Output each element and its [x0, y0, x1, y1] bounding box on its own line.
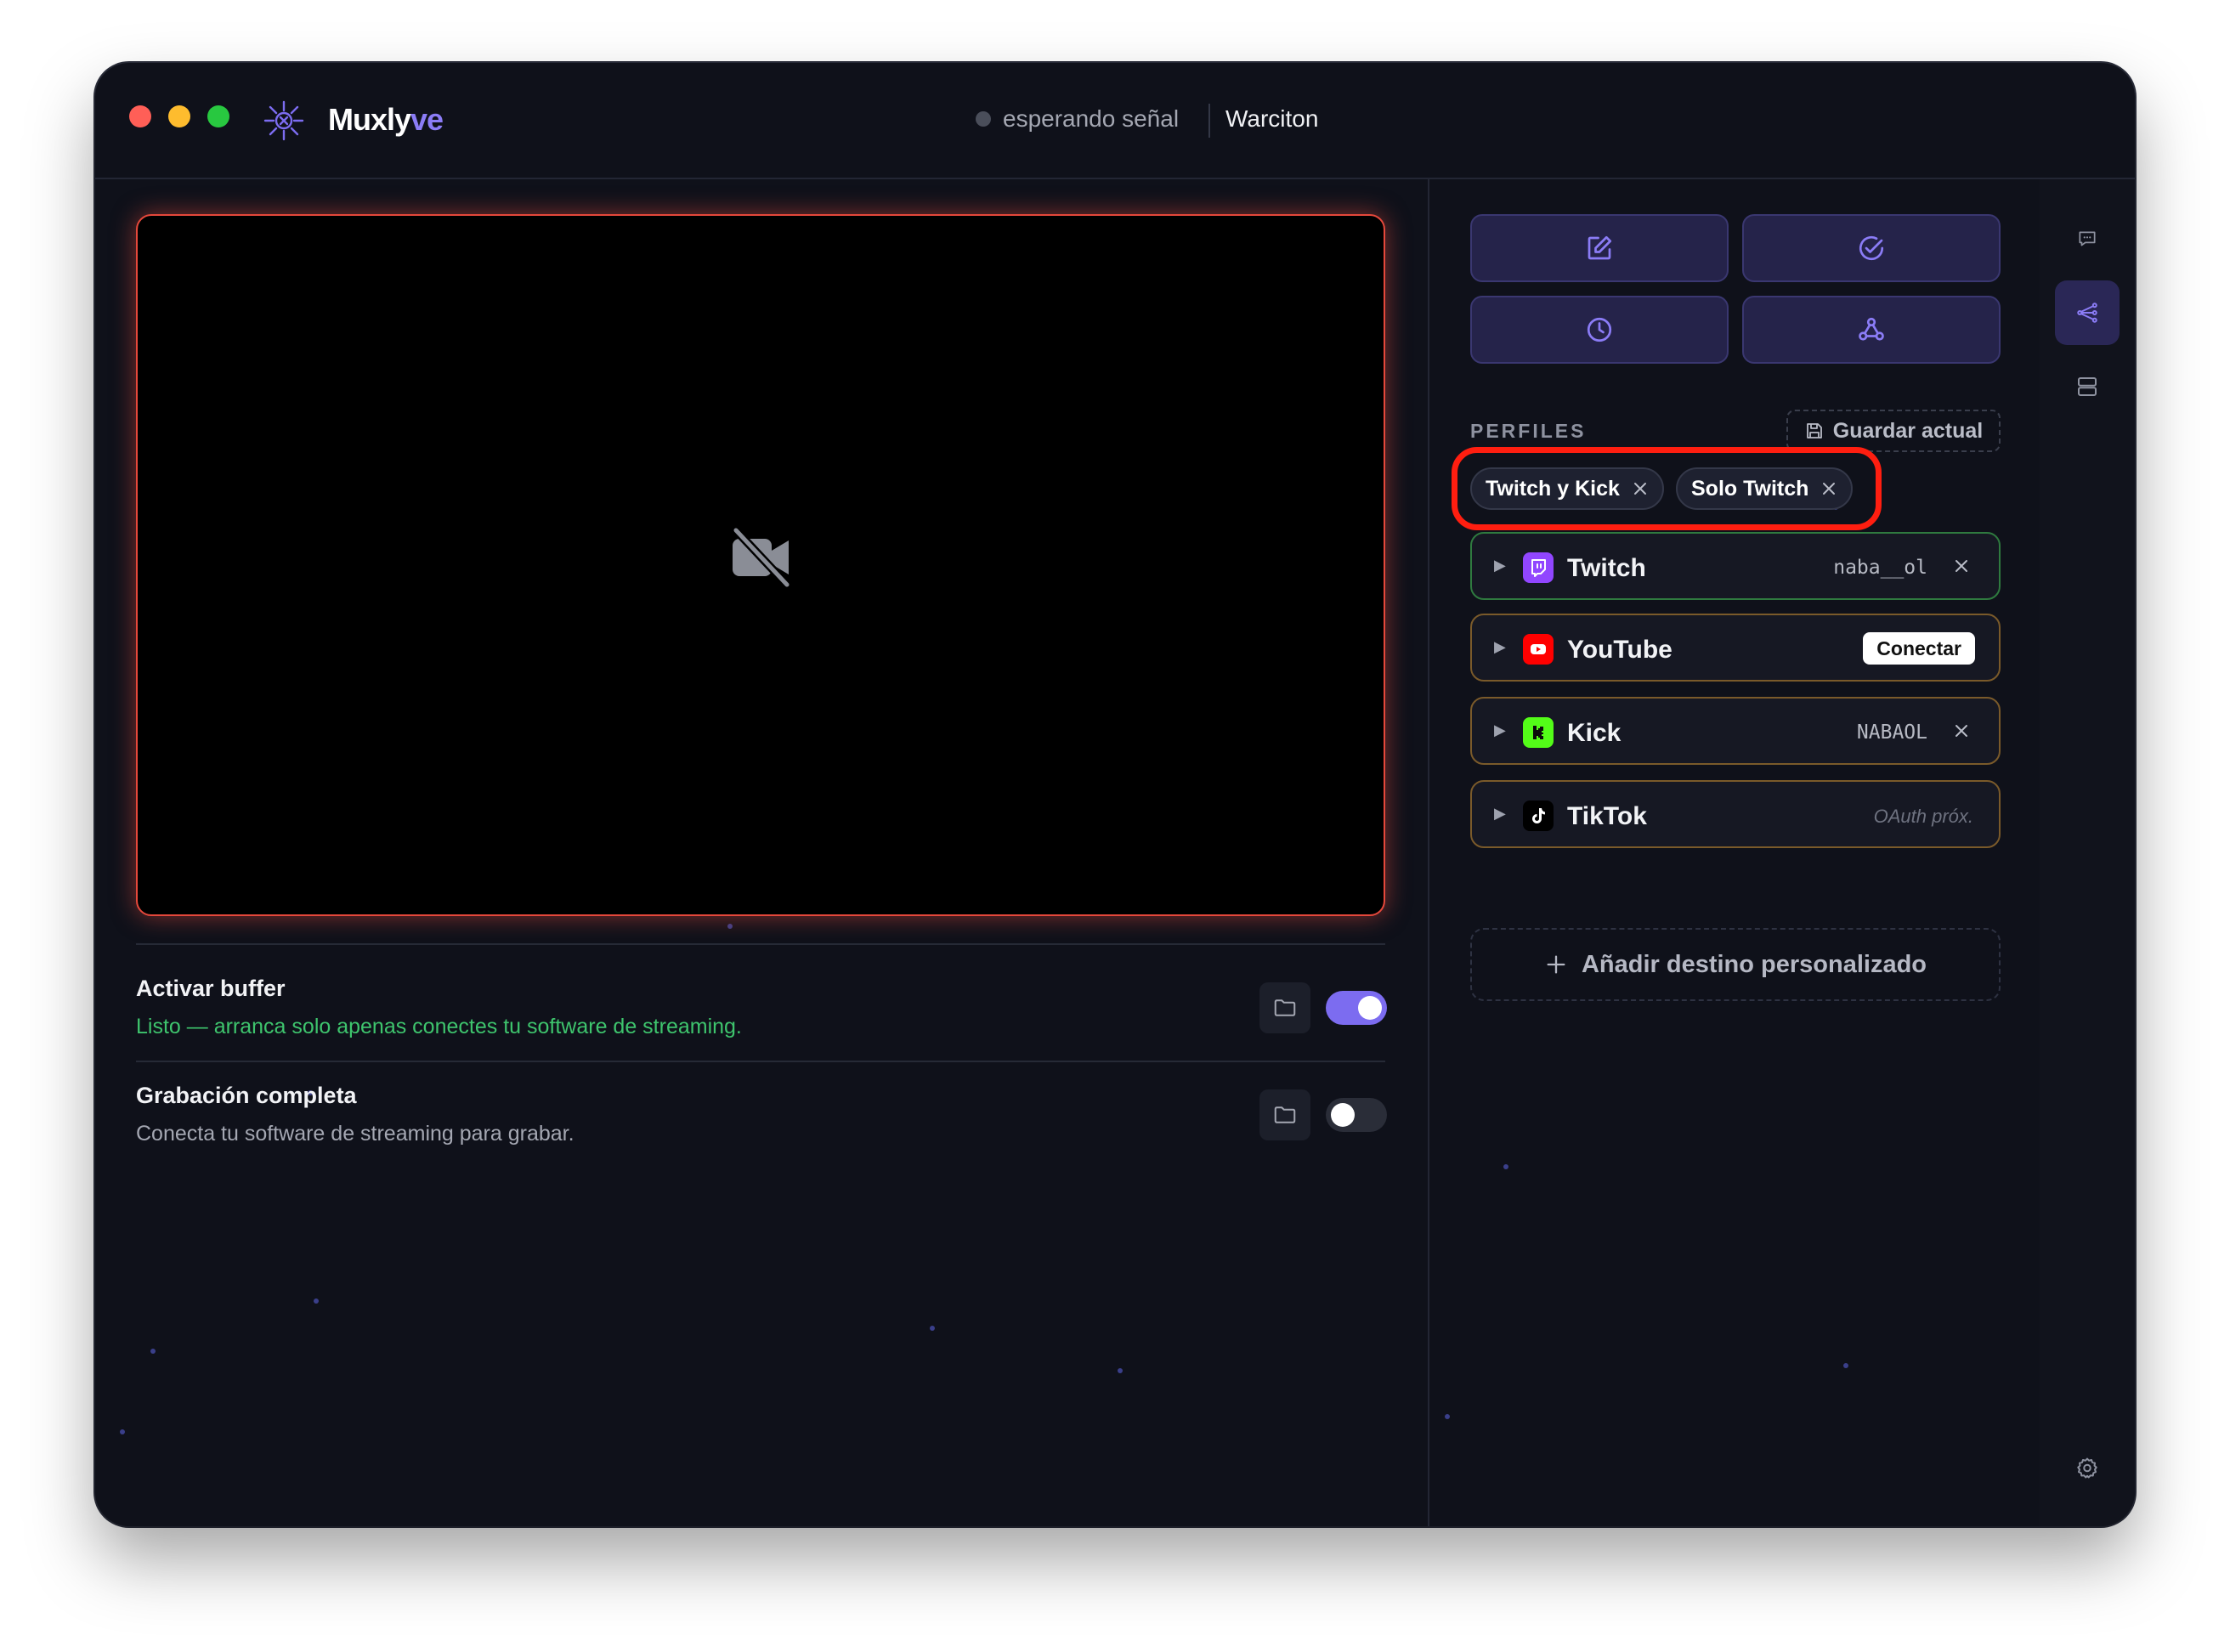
close-icon	[1955, 725, 1967, 737]
recording-title: Grabación completa	[136, 1083, 357, 1108]
clock-icon	[1587, 317, 1612, 342]
destination-youtube[interactable]: ▶ YouTube Conectar	[1470, 614, 2001, 682]
destination-name: YouTube	[1567, 636, 1672, 664]
save-icon	[1806, 423, 1822, 438]
check-button[interactable]	[1742, 214, 2001, 282]
divider	[136, 943, 1385, 945]
destination-name: Twitch	[1567, 554, 1646, 582]
youtube-icon	[1523, 634, 1554, 665]
chat-rail-button[interactable]	[2055, 206, 2120, 271]
destination-account: naba__ol	[1833, 557, 1927, 579]
buffer-toggle[interactable]	[1326, 991, 1387, 1025]
expand-arrow-icon[interactable]: ▶	[1494, 721, 1506, 739]
recording-folder-button[interactable]	[1259, 1089, 1310, 1140]
webhook-button[interactable]	[1742, 296, 2001, 364]
twitch-icon	[1523, 552, 1554, 583]
kick-icon	[1523, 717, 1554, 748]
background-star	[150, 1349, 156, 1354]
destination-tiktok[interactable]: ▶ TikTok OAuth próx.	[1470, 780, 2001, 848]
status-text: esperando señal	[1003, 105, 1180, 132]
share-tree-icon	[2077, 303, 2097, 323]
remove-destination-button[interactable]	[1948, 552, 1975, 580]
panel-separator	[1428, 179, 1429, 1526]
background-star	[727, 924, 733, 929]
buffer-folder-button[interactable]	[1259, 982, 1310, 1033]
oauth-note: OAuth próx.	[1873, 806, 1973, 827]
expand-arrow-icon[interactable]: ▶	[1494, 805, 1506, 823]
divider	[136, 1061, 1385, 1062]
server-icon	[2078, 377, 2097, 396]
edit-icon	[1588, 235, 1612, 260]
signal-status: esperando señal	[976, 105, 1179, 133]
schedule-button[interactable]	[1470, 296, 1729, 364]
expand-arrow-icon[interactable]: ▶	[1494, 638, 1506, 656]
recording-subtitle: Conecta tu software de streaming para gr…	[136, 1122, 574, 1146]
annotation-highlight	[1452, 447, 1882, 530]
camera-off-icon	[732, 526, 791, 589]
chat-icon	[2079, 231, 2096, 246]
background-star	[930, 1326, 935, 1331]
background-star	[314, 1298, 319, 1304]
recording-toggle[interactable]	[1326, 1098, 1387, 1132]
video-preview	[136, 214, 1385, 916]
background-star	[120, 1429, 125, 1434]
webhook-icon	[1859, 317, 1884, 341]
background-star	[1843, 1363, 1848, 1368]
user-name[interactable]: Warciton	[1225, 105, 1318, 133]
storage-rail-button[interactable]	[2055, 354, 2120, 419]
settings-rail-button[interactable]	[2055, 1436, 2120, 1501]
background-star	[1445, 1414, 1450, 1419]
background-star	[1503, 1164, 1508, 1169]
plus-icon	[1547, 955, 1565, 974]
save-profile-button[interactable]: Guardar actual	[1786, 410, 2001, 452]
close-icon	[1955, 560, 1967, 572]
title-bar: Muxlyve esperando señal Warciton	[95, 63, 2135, 179]
close-window-button[interactable]	[129, 105, 151, 127]
destination-name: Kick	[1567, 719, 1622, 747]
app-window: Muxlyve esperando señal Warciton Activar…	[95, 63, 2135, 1526]
app-name: Muxlyve	[328, 102, 444, 137]
destination-account: NABAOL	[1856, 721, 1927, 744]
status-dot-icon	[976, 111, 991, 127]
connect-button[interactable]: Conectar	[1863, 632, 1975, 665]
toggle-knob	[1331, 1103, 1355, 1127]
title-separator	[1208, 104, 1210, 138]
destination-twitch[interactable]: ▶ Twitch naba__ol	[1470, 532, 2001, 600]
check-circle-icon	[1859, 235, 1884, 261]
folder-icon	[1274, 999, 1296, 1016]
folder-icon	[1274, 1106, 1296, 1123]
maximize-window-button[interactable]	[207, 105, 229, 127]
destination-kick[interactable]: ▶ Kick NABAOL	[1470, 697, 2001, 765]
gear-icon	[2077, 1457, 2097, 1479]
destination-name: TikTok	[1567, 802, 1647, 830]
buffer-title: Activar buffer	[136, 976, 286, 1001]
remove-destination-button[interactable]	[1948, 717, 1975, 744]
background-star	[1118, 1368, 1123, 1373]
profiles-label: PERFILES	[1470, 420, 1587, 442]
minimize-window-button[interactable]	[168, 105, 190, 127]
tiktok-icon	[1523, 801, 1554, 831]
add-destination-button[interactable]: Añadir destino personalizado	[1470, 928, 2001, 1001]
app-logo-icon	[263, 100, 304, 141]
toggle-knob	[1358, 996, 1382, 1020]
expand-arrow-icon[interactable]: ▶	[1494, 557, 1506, 574]
edit-button[interactable]	[1470, 214, 1729, 282]
save-profile-label: Guardar actual	[1832, 418, 1984, 443]
add-destination-label: Añadir destino personalizado	[1581, 950, 1927, 978]
buffer-subtitle: Listo — arranca solo apenas conectes tu …	[136, 1015, 742, 1038]
destinations-rail-button[interactable]	[2055, 280, 2120, 345]
